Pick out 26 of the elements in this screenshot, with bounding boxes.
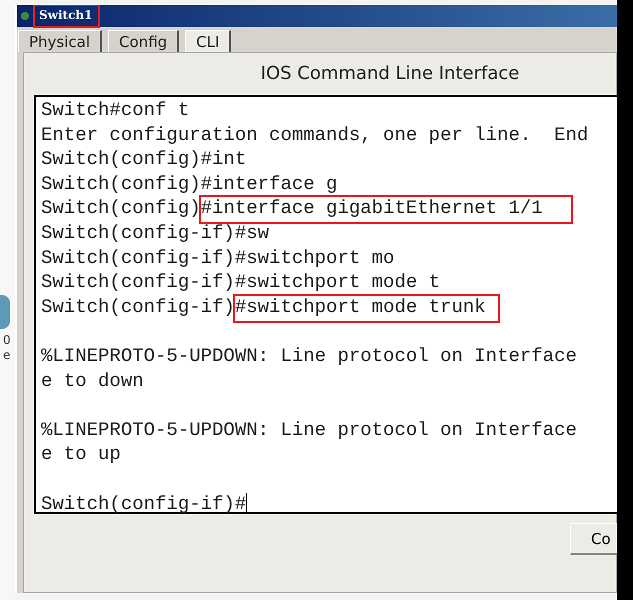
terminal-line: %LINEPROTO-5-UPDOWN: Line protocol on Interface (41, 418, 577, 441)
terminal[interactable] (34, 95, 617, 514)
terminal-line: Switch(config) (41, 197, 201, 220)
app-icon (21, 10, 29, 22)
terminal-line: Enter configuration commands, one per line. End (41, 124, 588, 146)
terminal-line: e to down (41, 370, 144, 392)
highlighted-command: #interface gigabitEthernet 1/1 (198, 195, 573, 224)
device-label: 0 (3, 333, 11, 348)
device-label: e (3, 348, 10, 363)
terminal-line: Switch(config-if) (41, 296, 235, 318)
copy-button[interactable]: Co (570, 523, 617, 555)
tab[interactable]: Physical (18, 30, 102, 52)
terminal-line: Switch(config)#interface g (41, 172, 338, 195)
terminal-line: Switch(config-if)#switchport mode t (41, 271, 440, 294)
terminal-line: %LINEPROTO-5-UPDOWN: Line protocol on Interface (41, 344, 577, 367)
terminal-line: Switch(config-if)#sw (41, 222, 270, 244)
tab[interactable]: Config (108, 30, 180, 52)
terminal-line: Switch#conf t (41, 99, 190, 121)
terminal-line: Switch(config-if)# (41, 492, 246, 514)
terminal-line: Switch(config)#int (41, 148, 246, 170)
terminal-line: Switch(config-if)#switchport mo (41, 246, 394, 269)
terminal-line: e to up (41, 443, 121, 466)
window-title: Switch1 (33, 5, 100, 28)
highlighted-command: #switchport mode trunk (232, 294, 500, 323)
panel-heading: IOS Command Line Interface (260, 63, 520, 84)
tab[interactable]: CLI (185, 30, 232, 52)
